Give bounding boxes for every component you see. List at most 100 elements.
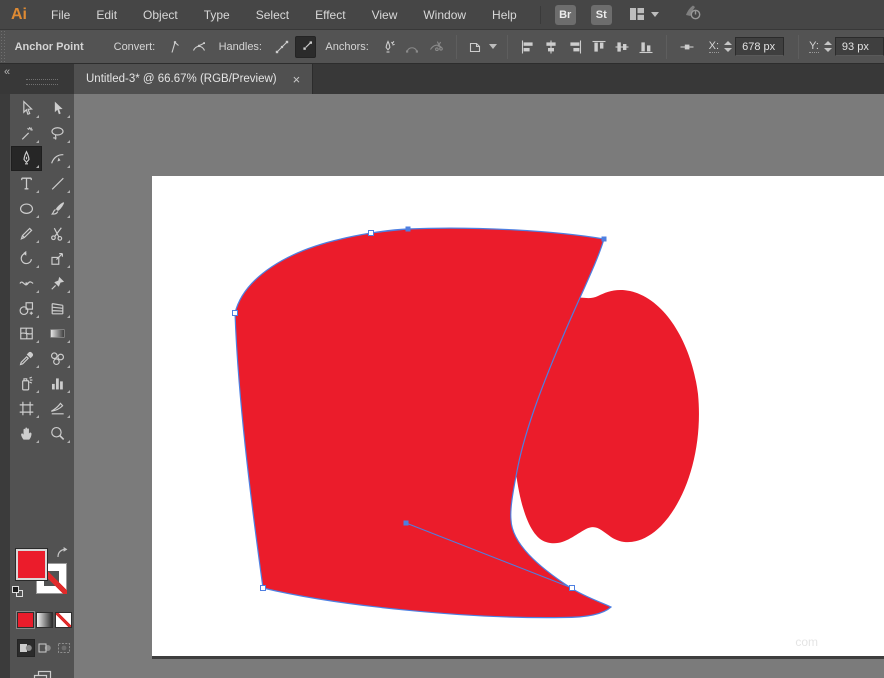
mesh-icon [20,327,33,340]
menu-select[interactable]: Select [243,0,302,30]
hide-handles-button[interactable] [294,35,317,58]
scissors-icon [51,227,63,241]
touch-workspace-icon[interactable] [683,3,702,26]
screen-mode-button[interactable] [32,669,54,678]
anchor-point[interactable] [569,585,575,591]
color-button[interactable] [17,612,34,628]
draw-normal-button[interactable] [17,639,35,657]
slice-tool[interactable] [42,396,73,421]
lasso-tool[interactable] [42,121,73,146]
align-center-horizontal-button[interactable] [541,36,563,58]
width-tool[interactable] [11,271,42,296]
shape-builder-tool[interactable] [11,296,42,321]
convert-to-smooth-button[interactable] [188,36,210,58]
width-icon [19,281,34,286]
selected-anchor-point[interactable] [601,236,607,242]
x-input[interactable]: 678 px [735,37,785,56]
cut-path-button[interactable] [425,36,447,58]
direct-selection-tool[interactable] [42,96,73,121]
none-button[interactable] [55,612,72,628]
tools-panel-grip[interactable] [26,79,58,85]
ellipse-tool[interactable] [11,196,42,221]
gradient-button[interactable] [36,612,53,628]
magic-wand-tool[interactable] [11,121,42,146]
connect-endpoints-button[interactable] [401,36,423,58]
direction-handle-point[interactable] [403,520,409,526]
chevron-down-icon [650,12,659,17]
show-handles-button[interactable] [271,36,293,58]
menu-edit[interactable]: Edit [83,0,130,30]
symbol-sprayer-tool[interactable] [11,371,42,396]
hand-tool[interactable] [11,421,42,446]
column-graph-tool[interactable] [42,371,73,396]
perspective-grid-tool[interactable] [42,296,73,321]
selection-tool[interactable] [11,96,42,121]
brush-panel-badge[interactable]: Br [554,4,576,25]
align-left-button[interactable] [517,36,539,58]
rotate-tool[interactable] [11,246,42,271]
direction-handle-point[interactable] [405,226,411,232]
align-center-vertical-button[interactable] [612,36,634,58]
drawing-mode-buttons [17,639,73,657]
default-fill-stroke-icon[interactable] [12,586,24,598]
collapse-panel-chevrons[interactable]: « [4,66,10,78]
control-bar-grip[interactable] [0,29,7,64]
convert-to-corner-button[interactable] [164,36,186,58]
panel-edge-strip [0,94,10,678]
lasso-icon [51,127,64,140]
zoom-tool[interactable] [42,421,73,446]
anchor-point-icon [676,36,698,58]
menu-effect[interactable]: Effect [302,0,358,30]
remove-anchor-button[interactable] [378,36,400,58]
menu-help[interactable]: Help [479,0,530,30]
anchor-point[interactable] [232,310,238,316]
type-tool[interactable] [11,171,42,196]
align-bottom-button[interactable] [635,36,657,58]
blend-tool[interactable] [42,346,73,371]
y-input[interactable]: 93 px [834,37,884,56]
anchor-point[interactable] [260,585,266,591]
align-to-artboard-dropdown[interactable] [466,36,498,58]
swap-fill-stroke-icon[interactable] [56,546,69,564]
graphic-style-panel-badge[interactable]: St [590,4,612,25]
pencil-tool[interactable] [11,221,42,246]
paintbrush-icon [51,202,65,215]
fill-swatch[interactable] [15,548,48,581]
document-tab[interactable]: Untitled-3* @ 66.67% (RGB/Preview) × [74,64,314,94]
align-right-button[interactable] [564,36,586,58]
menubar-items: File Edit Object Type Select Effect View Window… [38,0,530,30]
menu-view[interactable]: View [359,0,411,30]
draw-behind-button[interactable] [36,639,54,657]
align-top-button[interactable] [588,36,610,58]
y-stepper[interactable] [823,41,832,52]
curvature-tool[interactable] [42,146,73,171]
paintbrush-tool[interactable] [42,196,73,221]
tab-close-icon[interactable]: × [293,73,301,86]
control-bar-separator [798,34,800,59]
workspace-switcher[interactable] [629,7,659,22]
draw-inside-button[interactable] [55,639,73,657]
scale-tool[interactable] [42,246,73,271]
menubar-separator [539,5,541,24]
menu-object[interactable]: Object [130,0,191,30]
x-stepper[interactable] [724,41,733,52]
anchor-point[interactable] [368,230,374,236]
menu-file[interactable]: File [38,0,83,30]
menu-type[interactable]: Type [191,0,243,30]
line-segment-tool[interactable] [42,171,73,196]
pen-tool[interactable] [11,146,42,171]
selection-icon [23,100,33,116]
puppet-warp-tool[interactable] [42,271,73,296]
mesh-tool[interactable] [11,321,42,346]
eyedropper-tool[interactable] [11,346,42,371]
scissors-tool[interactable] [42,221,73,246]
menu-window[interactable]: Window [410,0,479,30]
canvas-area[interactable]: com [74,94,884,678]
gradient-icon [50,329,65,338]
chevron-down-icon [488,44,497,49]
eyedropper-icon [19,351,34,366]
gradient-tool[interactable] [42,321,73,346]
tab-bar: « Untitled-3* @ 66.67% (RGB/Preview) × [0,64,884,94]
artboard-tool[interactable] [11,396,42,421]
app-logo[interactable]: Ai [0,6,38,24]
